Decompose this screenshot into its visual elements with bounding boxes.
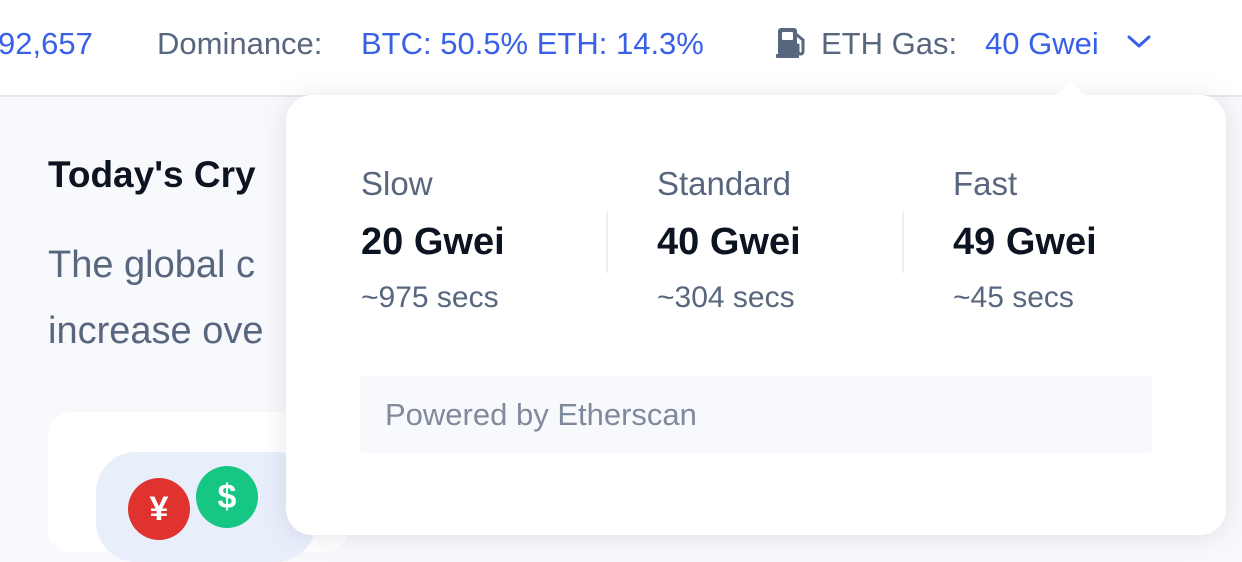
popup-arrow	[1052, 82, 1088, 98]
dollar-coin-icon: $	[196, 466, 258, 528]
eth-gas-value[interactable]: 40 Gwei	[985, 24, 1099, 64]
dominance-label: Dominance:	[157, 26, 323, 61]
yen-coin-icon: ¥	[128, 478, 190, 540]
page-description-line-2: increase ove	[48, 310, 264, 352]
volume-value[interactable]: 92,657	[0, 24, 93, 64]
gas-tier-standard: Standard 40 Gwei ~304 secs	[657, 162, 897, 318]
page-title: Today's Cry	[48, 154, 256, 195]
gas-tier-time: ~45 secs	[953, 281, 1074, 314]
tier-divider	[606, 211, 608, 273]
gas-tier-time: ~975 secs	[361, 281, 499, 314]
page-description-line-1: The global c	[48, 244, 256, 286]
dominance-value[interactable]: BTC: 50.5% ETH: 14.3%	[361, 24, 704, 64]
eth-gas-label: ETH Gas:	[821, 26, 958, 61]
gas-tier-label: Slow	[361, 165, 433, 202]
gas-tier-slow: Slow 20 Gwei ~975 secs	[361, 162, 601, 318]
gas-tier-price: 20 Gwei	[361, 221, 505, 263]
gas-tier-price: 49 Gwei	[953, 221, 1097, 263]
gas-tier-time: ~304 secs	[657, 281, 795, 314]
gas-pump-icon	[775, 26, 809, 60]
powered-by-etherscan[interactable]: Powered by Etherscan	[360, 376, 1152, 453]
tier-divider	[902, 211, 904, 273]
chevron-down-icon[interactable]	[1125, 32, 1153, 52]
gas-tier-label: Fast	[953, 165, 1018, 202]
gas-tier-label: Standard	[657, 165, 791, 202]
gas-tier-price: 40 Gwei	[657, 221, 801, 263]
gas-tier-fast: Fast 49 Gwei ~45 secs	[953, 162, 1193, 318]
